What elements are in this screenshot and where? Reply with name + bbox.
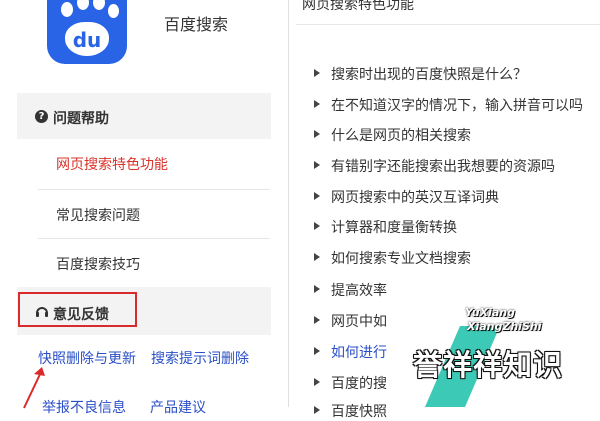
triangle-right-icon (314, 378, 320, 386)
triangle-right-icon (314, 192, 320, 200)
red-arrow-annotation (20, 364, 50, 413)
divider (38, 189, 270, 190)
triangle-right-icon (314, 406, 320, 414)
watermark-line1: YuXiang (465, 306, 515, 319)
triangle-right-icon (314, 253, 320, 261)
triangle-right-icon (314, 285, 320, 293)
triangle-right-icon (314, 69, 320, 77)
triangle-right-icon (314, 222, 320, 230)
help-header-label: 问题帮助 (53, 111, 109, 127)
question-icon: ? (35, 110, 48, 123)
content-title: 网页搜索特色功能 (302, 0, 414, 13)
triangle-right-icon (314, 161, 320, 169)
left-sidebar: du 百度搜索 ? 问题帮助 网页搜索特色功能 常见搜索问题 百度搜索技巧 意见… (0, 0, 272, 416)
triangle-right-icon (314, 100, 320, 108)
title-underline (296, 24, 600, 25)
product-suggestion-link[interactable]: 产品建议 (150, 397, 206, 417)
triangle-right-icon (314, 130, 320, 138)
snapshot-delete-update-link[interactable]: 快照删除与更新 (38, 348, 136, 368)
watermark-main-text: 誉祥祥知识 (413, 348, 564, 382)
report-bad-info-link[interactable]: 举报不良信息 (42, 397, 126, 417)
help-section-header: ? 问题帮助 (17, 93, 271, 139)
sidebar-item-web-search-features[interactable]: 网页搜索特色功能 (56, 154, 168, 174)
baidu-logo: du (47, 0, 127, 64)
sidebar-item-common-questions[interactable]: 常见搜索问题 (56, 205, 140, 225)
feedback-highlight-box (18, 292, 137, 327)
watermark: YuXiang XiangZhiShi 誉祥祥知识 (405, 306, 600, 407)
logo-du-text: du (65, 22, 109, 56)
triangle-right-icon (314, 347, 320, 355)
triangle-right-icon (314, 316, 320, 324)
suggestion-delete-link[interactable]: 搜索提示词删除 (151, 348, 249, 368)
column-divider (288, 0, 289, 407)
divider (38, 238, 270, 239)
watermark-line2: XiangZhiShi (467, 320, 542, 333)
app-title: 百度搜索 (164, 15, 229, 34)
sidebar-item-search-tips[interactable]: 百度搜索技巧 (56, 254, 140, 274)
